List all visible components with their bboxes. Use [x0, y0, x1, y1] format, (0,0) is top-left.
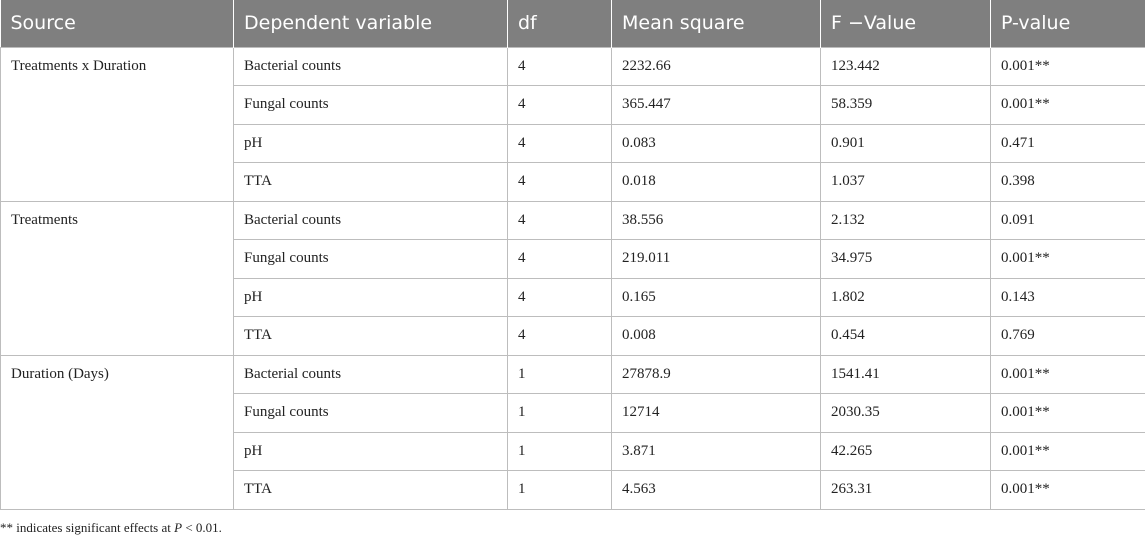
p-value-cell: 0.001** [991, 47, 1145, 86]
dependent-variable-cell: Bacterial counts [234, 355, 508, 394]
header-dependent-variable: Dependent variable [234, 0, 508, 47]
source-cell: Treatments [1, 201, 234, 355]
p-value-cell: 0.398 [991, 163, 1145, 202]
df-cell: 4 [508, 278, 612, 317]
header-mean-square: Mean square [612, 0, 821, 47]
dependent-variable-cell: TTA [234, 163, 508, 202]
table-row: Treatments x DurationBacterial counts422… [1, 47, 1145, 86]
mean-square-cell: 365.447 [612, 86, 821, 125]
df-cell: 1 [508, 394, 612, 433]
f-value-cell: 2030.35 [821, 394, 991, 433]
mean-square-cell: 219.011 [612, 240, 821, 279]
p-value-cell: 0.001** [991, 471, 1145, 510]
dependent-variable-cell: TTA [234, 471, 508, 510]
p-value-cell: 0.471 [991, 124, 1145, 163]
df-cell: 4 [508, 201, 612, 240]
dependent-variable-cell: Fungal counts [234, 394, 508, 433]
df-cell: 4 [508, 47, 612, 86]
f-value-cell: 2.132 [821, 201, 991, 240]
footnote-italic: P [174, 520, 182, 535]
dependent-variable-cell: TTA [234, 317, 508, 356]
source-cell: Treatments x Duration [1, 47, 234, 201]
df-cell: 4 [508, 240, 612, 279]
p-value-cell: 0.001** [991, 240, 1145, 279]
p-value-cell: 0.001** [991, 86, 1145, 125]
dependent-variable-cell: Fungal counts [234, 86, 508, 125]
p-value-cell: 0.769 [991, 317, 1145, 356]
f-value-cell: 34.975 [821, 240, 991, 279]
f-value-cell: 0.454 [821, 317, 991, 356]
df-cell: 4 [508, 124, 612, 163]
table-body: Treatments x DurationBacterial counts422… [1, 47, 1145, 509]
df-cell: 4 [508, 86, 612, 125]
p-value-cell: 0.001** [991, 394, 1145, 433]
p-value-cell: 0.001** [991, 432, 1145, 471]
f-value-cell: 123.442 [821, 47, 991, 86]
df-cell: 1 [508, 432, 612, 471]
f-value-cell: 263.31 [821, 471, 991, 510]
f-value-cell: 1.037 [821, 163, 991, 202]
df-cell: 1 [508, 471, 612, 510]
dependent-variable-cell: pH [234, 432, 508, 471]
footnote-suffix: < 0.01. [182, 520, 222, 535]
mean-square-cell: 0.008 [612, 317, 821, 356]
mean-square-cell: 38.556 [612, 201, 821, 240]
dependent-variable-cell: Bacterial counts [234, 47, 508, 86]
table-header: Source Dependent variable df Mean square… [1, 0, 1145, 47]
df-cell: 4 [508, 163, 612, 202]
dependent-variable-cell: Bacterial counts [234, 201, 508, 240]
mean-square-cell: 0.083 [612, 124, 821, 163]
header-f-value: F −Value [821, 0, 991, 47]
f-value-cell: 1541.41 [821, 355, 991, 394]
f-value-cell: 1.802 [821, 278, 991, 317]
table-row: TreatmentsBacterial counts438.5562.1320.… [1, 201, 1145, 240]
mean-square-cell: 3.871 [612, 432, 821, 471]
df-cell: 4 [508, 317, 612, 356]
mean-square-cell: 0.018 [612, 163, 821, 202]
header-source: Source [1, 0, 234, 47]
mean-square-cell: 12714 [612, 394, 821, 433]
header-df: df [508, 0, 612, 47]
mean-square-cell: 0.165 [612, 278, 821, 317]
f-value-cell: 0.901 [821, 124, 991, 163]
p-value-cell: 0.091 [991, 201, 1145, 240]
dependent-variable-cell: pH [234, 124, 508, 163]
source-cell: Duration (Days) [1, 355, 234, 509]
p-value-cell: 0.143 [991, 278, 1145, 317]
footnote-prefix: ** indicates significant effects at [0, 520, 174, 535]
mean-square-cell: 4.563 [612, 471, 821, 510]
anova-table: Source Dependent variable df Mean square… [0, 0, 1145, 510]
table-row: Duration (Days)Bacterial counts127878.91… [1, 355, 1145, 394]
dependent-variable-cell: pH [234, 278, 508, 317]
f-value-cell: 42.265 [821, 432, 991, 471]
header-p-value: P-value [991, 0, 1145, 47]
df-cell: 1 [508, 355, 612, 394]
mean-square-cell: 2232.66 [612, 47, 821, 86]
mean-square-cell: 27878.9 [612, 355, 821, 394]
header-row: Source Dependent variable df Mean square… [1, 0, 1145, 47]
dependent-variable-cell: Fungal counts [234, 240, 508, 279]
f-value-cell: 58.359 [821, 86, 991, 125]
p-value-cell: 0.001** [991, 355, 1145, 394]
